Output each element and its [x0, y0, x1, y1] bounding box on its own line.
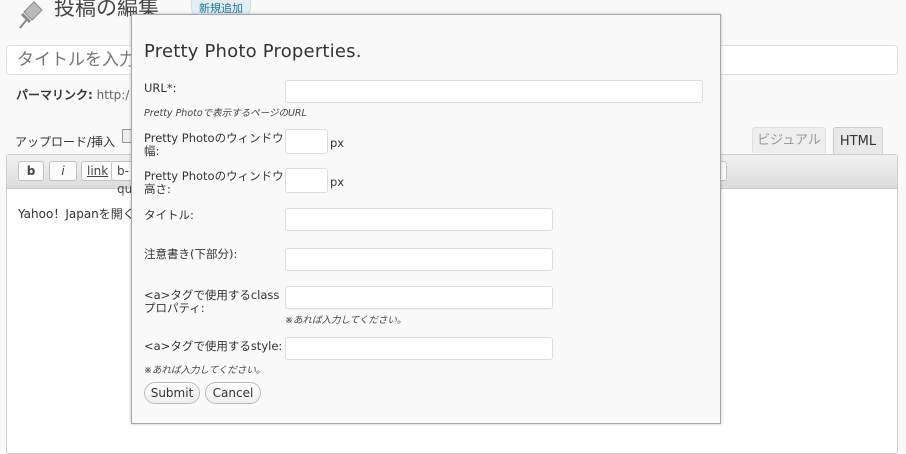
height-label: Pretty Photoのウィンドウ高さ:	[144, 169, 284, 196]
tab-html[interactable]: HTML	[833, 127, 883, 155]
permalink: パーマリンク: http:/	[16, 86, 129, 103]
url-label: URL*:	[144, 81, 177, 95]
url-note: Pretty Photoで表示するページのURL	[144, 108, 307, 119]
class-note: ※あれば入力してください。	[285, 315, 407, 326]
tab-visual[interactable]: ビジュアル	[752, 127, 826, 153]
dialog-title: Pretty Photo Properties.	[144, 41, 362, 62]
editor-content[interactable]: Yahoo！Japanを開く	[18, 205, 135, 222]
note-input[interactable]	[285, 248, 553, 271]
link-button[interactable]: link	[81, 161, 113, 181]
width-input[interactable]	[285, 129, 328, 154]
width-label: Pretty Photoのウィンドウ幅:	[144, 131, 284, 158]
class-label: <a>タグで使用するclassプロパティ:	[144, 288, 280, 315]
permalink-url[interactable]: http:/	[97, 88, 130, 102]
style-note: ※あれば入力してください。	[144, 365, 266, 376]
bold-button[interactable]: b	[18, 161, 44, 181]
style-input[interactable]	[285, 337, 553, 360]
submit-button[interactable]: Submit	[144, 382, 200, 404]
pretty-photo-dialog: Pretty Photo Properties. URL*: Pretty Ph…	[131, 14, 721, 424]
title-label: タイトル:	[144, 208, 194, 222]
cancel-button[interactable]: Cancel	[205, 382, 261, 404]
italic-button[interactable]: i	[49, 161, 77, 181]
permalink-label: パーマリンク:	[16, 88, 93, 102]
class-input[interactable]	[285, 286, 553, 309]
height-input[interactable]	[285, 168, 328, 193]
title-input[interactable]	[285, 208, 553, 231]
url-input[interactable]	[285, 80, 703, 103]
style-label: <a>タグで使用するstyle:	[144, 339, 283, 353]
pushpin-icon	[19, 1, 43, 29]
note-label: 注意書き(下部分):	[144, 247, 238, 261]
height-unit: px	[330, 175, 345, 189]
width-unit: px	[330, 136, 345, 150]
upload-insert-label: アップロード/挿入	[15, 135, 116, 149]
